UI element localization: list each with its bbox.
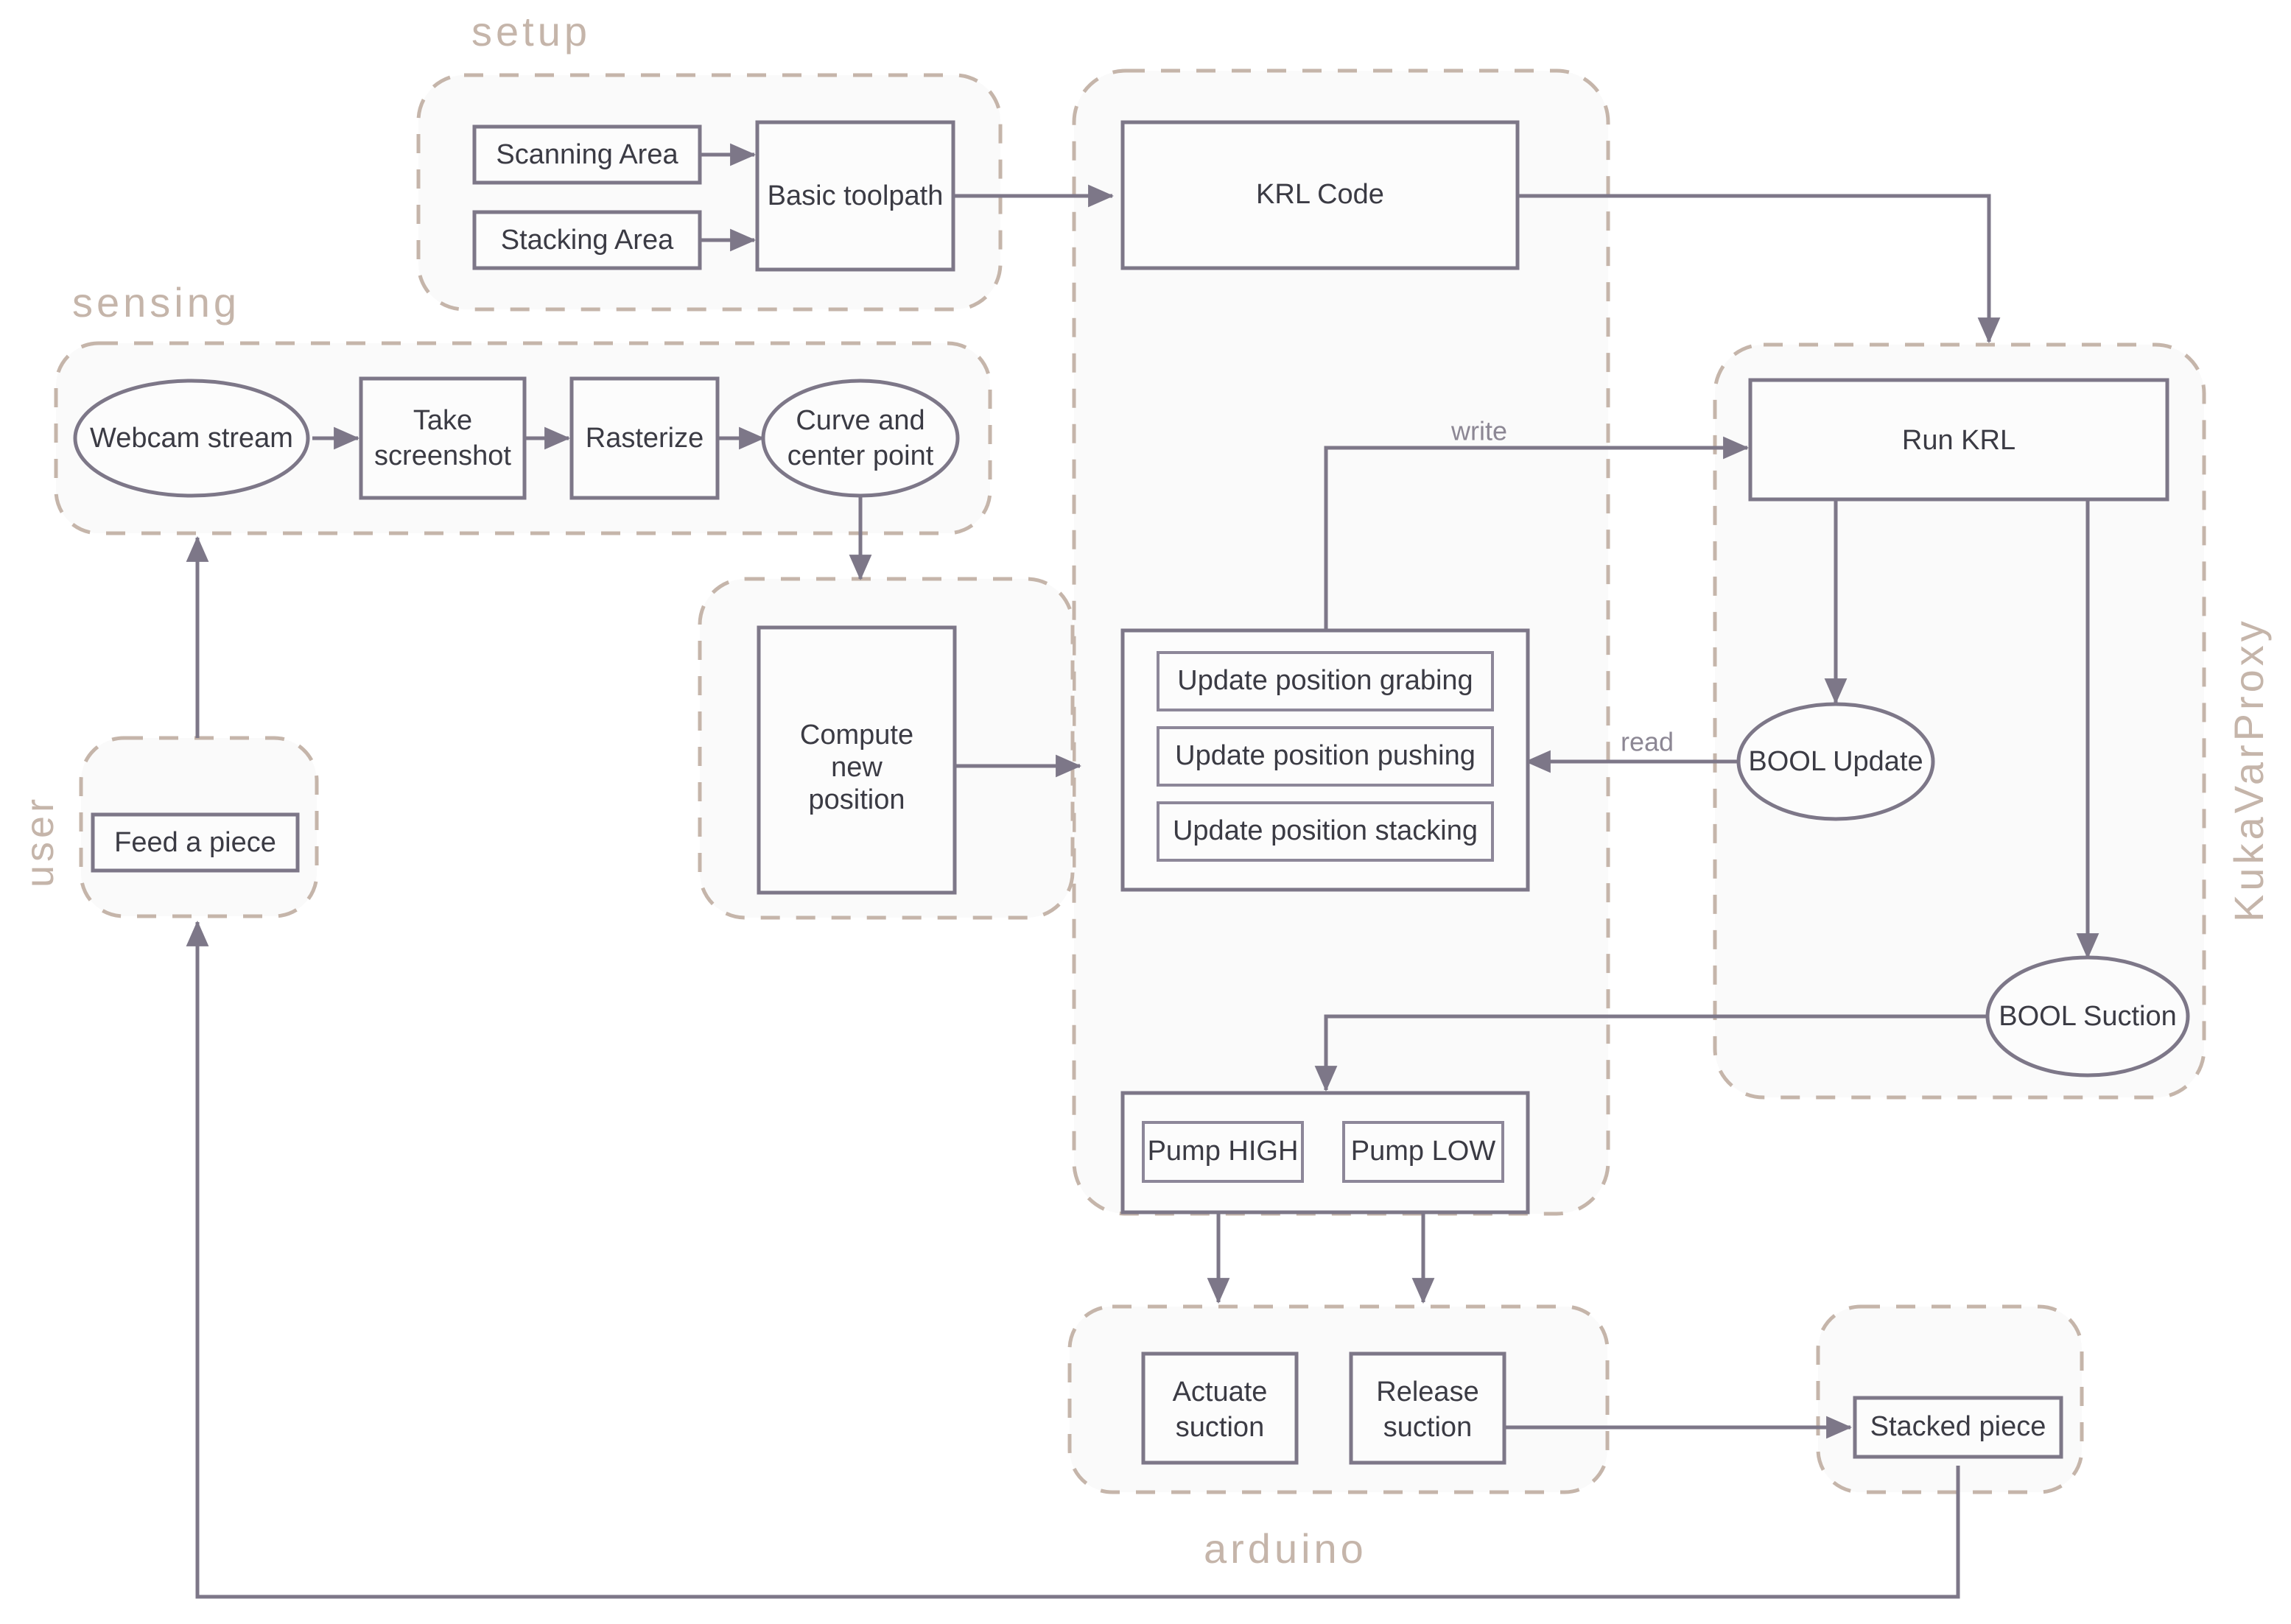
group-user-label: user bbox=[18, 795, 62, 887]
node-rasterize[interactable]: Rasterize bbox=[569, 376, 720, 500]
node-actuate-suction-label-2: suction bbox=[1176, 1412, 1264, 1443]
node-krl-code-label: KRL Code bbox=[1256, 179, 1384, 210]
node-rasterize-label: Rasterize bbox=[586, 423, 704, 454]
node-feed-a-piece-label: Feed a piece bbox=[114, 827, 276, 858]
node-bool-update[interactable]: BOOL Update bbox=[1736, 702, 1935, 821]
node-take-screenshot[interactable]: Take screenshot bbox=[359, 376, 527, 500]
node-stacking-area[interactable]: Stacking Area bbox=[472, 210, 702, 270]
node-update-position-pushing[interactable]: Update position pushing bbox=[1157, 726, 1494, 787]
node-take-screenshot-box[interactable] bbox=[359, 376, 527, 500]
node-compute-new-position-label-3: position bbox=[809, 784, 905, 815]
diagram-canvas: setup sensing user KukaVarProxy arduino … bbox=[0, 0, 2291, 1624]
group-sensing-label: sensing bbox=[72, 279, 240, 326]
node-release-suction-label-1: Release bbox=[1376, 1377, 1478, 1407]
node-feed-a-piece[interactable]: Feed a piece bbox=[91, 812, 300, 873]
group-kukavarproxy-label: KukaVarProxy bbox=[2225, 617, 2272, 922]
node-pump-high[interactable]: Pump HIGH bbox=[1142, 1121, 1304, 1183]
node-actuate-suction-label-1: Actuate bbox=[1173, 1377, 1268, 1407]
node-run-krl-label: Run KRL bbox=[1902, 425, 2015, 456]
node-release-suction[interactable]: Release suction bbox=[1349, 1351, 1506, 1465]
node-update-position-grabing-label: Update position grabing bbox=[1177, 665, 1473, 696]
node-curve-center-point[interactable]: Curve and center point bbox=[761, 379, 960, 498]
node-bool-suction-label: BOOL Suction bbox=[1999, 1001, 2177, 1032]
node-basic-toolpath-label: Basic toolpath bbox=[768, 180, 944, 211]
edge-label-read: read bbox=[1621, 727, 1674, 757]
node-curve-center-point-ellipse[interactable] bbox=[761, 379, 960, 498]
group-setup-label: setup bbox=[471, 8, 591, 55]
node-stacked-piece-label: Stacked piece bbox=[1870, 1411, 2046, 1442]
node-compute-new-position-label-1: Compute bbox=[800, 720, 913, 751]
node-pump-container: Pump HIGH Pump LOW bbox=[1120, 1091, 1530, 1215]
node-bool-suction[interactable]: BOOL Suction bbox=[1985, 955, 2190, 1078]
node-pump-high-label: Pump HIGH bbox=[1148, 1136, 1299, 1167]
node-webcam-stream-label: Webcam stream bbox=[90, 423, 293, 454]
node-basic-toolpath[interactable]: Basic toolpath bbox=[755, 120, 955, 272]
node-actuate-suction-box[interactable] bbox=[1141, 1351, 1299, 1465]
node-bool-update-label: BOOL Update bbox=[1748, 746, 1923, 777]
node-pump-low-label: Pump LOW bbox=[1351, 1136, 1496, 1167]
node-take-screenshot-label-1: Take bbox=[413, 405, 472, 436]
node-webcam-stream[interactable]: Webcam stream bbox=[73, 379, 310, 498]
node-compute-new-position[interactable]: Compute new position bbox=[757, 625, 957, 895]
node-stacked-piece[interactable]: Stacked piece bbox=[1853, 1396, 2063, 1459]
node-release-suction-box[interactable] bbox=[1349, 1351, 1506, 1465]
node-curve-center-point-label-1: Curve and bbox=[796, 405, 925, 436]
node-pump-low[interactable]: Pump LOW bbox=[1342, 1121, 1504, 1183]
node-run-krl[interactable]: Run KRL bbox=[1748, 378, 2169, 502]
edge-label-write: write bbox=[1450, 416, 1507, 446]
node-krl-code[interactable]: KRL Code bbox=[1120, 120, 1520, 270]
node-update-position-stacking[interactable]: Update position stacking bbox=[1157, 801, 1494, 862]
node-update-position-grabing[interactable]: Update position grabing bbox=[1157, 651, 1494, 711]
node-actuate-suction[interactable]: Actuate suction bbox=[1141, 1351, 1299, 1465]
node-compute-new-position-label-2: new bbox=[831, 752, 883, 783]
node-scanning-area[interactable]: Scanning Area bbox=[472, 124, 702, 185]
node-release-suction-label-2: suction bbox=[1383, 1412, 1472, 1443]
node-update-position-pushing-label: Update position pushing bbox=[1175, 740, 1476, 771]
node-take-screenshot-label-2: screenshot bbox=[374, 440, 511, 471]
node-update-positions-container: Update position grabing Update position … bbox=[1120, 628, 1530, 892]
node-curve-center-point-label-2: center point bbox=[787, 440, 934, 471]
node-scanning-area-label: Scanning Area bbox=[496, 139, 678, 170]
group-arduino-label: arduino bbox=[1204, 1525, 1367, 1572]
node-update-position-stacking-label: Update position stacking bbox=[1173, 815, 1478, 846]
node-stacking-area-label: Stacking Area bbox=[501, 225, 674, 256]
